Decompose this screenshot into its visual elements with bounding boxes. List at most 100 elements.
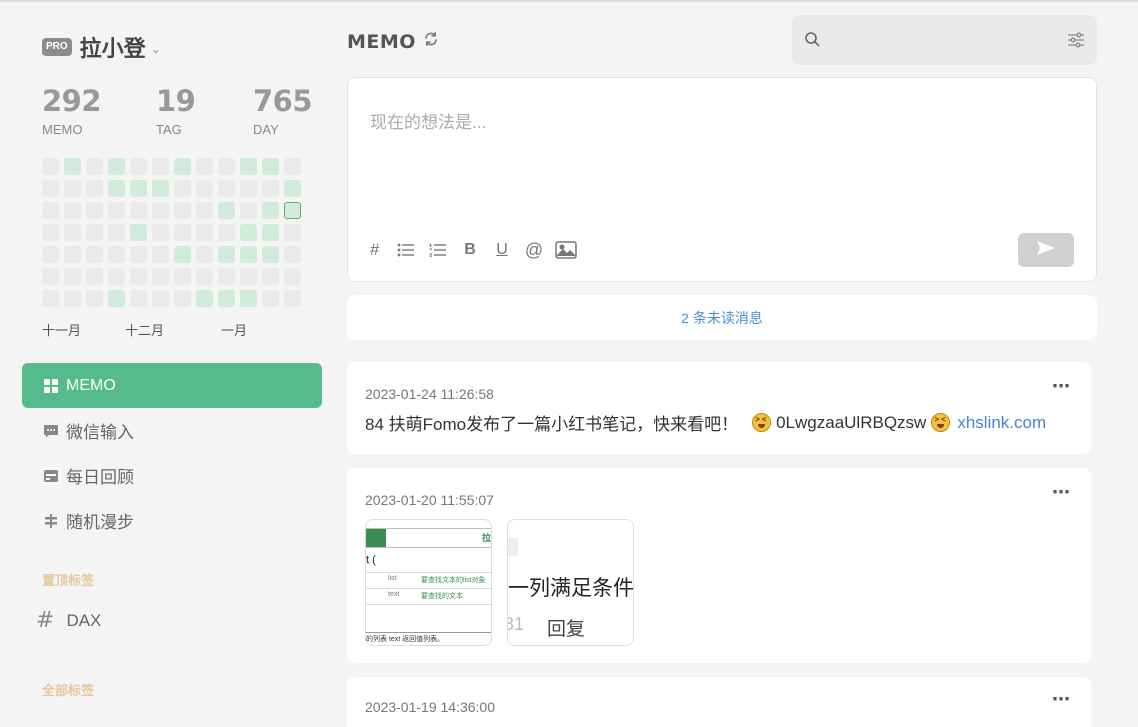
image-icon[interactable] [550, 238, 582, 262]
sync-icon[interactable] [422, 30, 440, 53]
unread-messages-link[interactable]: 2 条未读消息 [347, 295, 1097, 340]
heatmap-cell[interactable] [262, 268, 279, 285]
more-options-icon[interactable]: ⋯ [1052, 376, 1071, 397]
heatmap-cell[interactable] [218, 202, 235, 219]
sidebar-item-daily-review[interactable]: 每日回顾 [22, 453, 322, 498]
heatmap-cell[interactable] [284, 224, 301, 241]
heatmap-cell[interactable] [64, 290, 81, 307]
chevron-down-icon[interactable]: ⌄ [151, 42, 161, 56]
heatmap-cell[interactable] [64, 268, 81, 285]
filter-settings-icon[interactable] [1067, 31, 1085, 54]
heatmap-cell[interactable] [174, 202, 191, 219]
heatmap-cell[interactable] [152, 180, 169, 197]
heatmap-cell[interactable] [196, 224, 213, 241]
heatmap-cell[interactable] [218, 180, 235, 197]
heatmap-cell[interactable] [86, 268, 103, 285]
heatmap-cell[interactable] [152, 202, 169, 219]
heatmap-cell[interactable] [262, 180, 279, 197]
heatmap-cell[interactable] [262, 290, 279, 307]
mention-button[interactable]: @ [518, 238, 550, 262]
heatmap-cell[interactable] [152, 246, 169, 263]
heatmap-cell[interactable] [64, 158, 81, 175]
heatmap-cell[interactable] [196, 246, 213, 263]
heatmap-cell[interactable] [86, 158, 103, 175]
memo-image-thumbnail[interactable]: 一列满足条件 31 回复 [507, 519, 634, 646]
heatmap-cell[interactable] [86, 202, 103, 219]
heatmap-cell[interactable] [218, 268, 235, 285]
heatmap-cell[interactable] [86, 224, 103, 241]
heatmap-cell[interactable] [130, 224, 147, 241]
heatmap-cell[interactable] [240, 246, 257, 263]
heatmap-cell[interactable] [64, 202, 81, 219]
heatmap-cell[interactable] [218, 246, 235, 263]
bold-button[interactable]: B [454, 238, 486, 262]
heatmap-cell[interactable] [196, 290, 213, 307]
user-menu[interactable]: PRO 拉小登 ⌄ [42, 31, 161, 63]
heatmap-cell[interactable] [42, 290, 59, 307]
heatmap-cell[interactable] [218, 158, 235, 175]
heatmap-cell[interactable] [130, 202, 147, 219]
heatmap-cell[interactable] [284, 158, 301, 175]
heatmap-cell[interactable] [130, 268, 147, 285]
heatmap-cell[interactable] [262, 224, 279, 241]
heatmap-cell[interactable] [240, 268, 257, 285]
heatmap-cell[interactable] [152, 158, 169, 175]
sidebar-item-memo[interactable]: MEMO [22, 363, 322, 408]
heatmap-cell[interactable] [174, 246, 191, 263]
heatmap-cell[interactable] [284, 290, 301, 307]
heatmap-cell[interactable] [240, 158, 257, 175]
heatmap-cell[interactable] [152, 290, 169, 307]
more-options-icon[interactable]: ⋯ [1052, 689, 1071, 710]
heatmap-cell[interactable] [174, 268, 191, 285]
heatmap-cell[interactable] [108, 202, 125, 219]
heatmap-cell[interactable] [240, 290, 257, 307]
underline-button[interactable]: U [486, 238, 518, 262]
bullet-list-icon[interactable] [390, 238, 422, 262]
heatmap-cell[interactable] [174, 158, 191, 175]
editor-placeholder[interactable]: 现在的想法是... [370, 108, 486, 133]
search-input[interactable] [828, 25, 1053, 55]
heatmap-cell[interactable] [174, 224, 191, 241]
heatmap-cell[interactable] [108, 246, 125, 263]
heatmap-cell[interactable] [174, 180, 191, 197]
send-button[interactable] [1018, 233, 1074, 267]
heatmap-cell[interactable] [152, 224, 169, 241]
heatmap-cell[interactable] [108, 268, 125, 285]
heatmap-cell[interactable] [42, 268, 59, 285]
memo-link[interactable]: xhslink.com [957, 413, 1046, 433]
memo-image-thumbnail[interactable]: 拉 t ( list 要查找文本的list对象 text 要查找的文本 的列表 … [365, 519, 492, 646]
heatmap-cell[interactable] [262, 246, 279, 263]
heatmap-cell[interactable] [64, 180, 81, 197]
heatmap-cell[interactable] [108, 158, 125, 175]
heatmap-cell[interactable] [86, 180, 103, 197]
heatmap-cell[interactable] [64, 224, 81, 241]
heatmap-cell[interactable] [130, 290, 147, 307]
heatmap-cell[interactable] [86, 290, 103, 307]
heatmap-cell[interactable] [284, 268, 301, 285]
heatmap-cell[interactable] [42, 180, 59, 197]
heatmap-cell[interactable] [130, 158, 147, 175]
more-options-icon[interactable]: ⋯ [1052, 482, 1071, 503]
heatmap-cell[interactable] [108, 224, 125, 241]
heatmap-cell[interactable] [262, 158, 279, 175]
heatmap-cell[interactable] [152, 268, 169, 285]
heatmap-cell[interactable] [284, 180, 301, 197]
heatmap-cell[interactable] [196, 202, 213, 219]
heatmap-cell[interactable] [42, 246, 59, 263]
heatmap-cell[interactable] [218, 224, 235, 241]
heatmap-cell[interactable] [240, 180, 257, 197]
hash-tag-button[interactable]: # [370, 238, 390, 262]
heatmap-cell[interactable] [42, 224, 59, 241]
heatmap-cell[interactable] [218, 290, 235, 307]
heatmap-cell[interactable] [196, 158, 213, 175]
heatmap-cell[interactable] [42, 202, 59, 219]
heatmap-cell[interactable] [64, 246, 81, 263]
tag-item-dax[interactable]: # DAX [36, 608, 101, 633]
memo-editor[interactable]: 现在的想法是... # B U @ [347, 77, 1097, 282]
heatmap-cell[interactable] [196, 180, 213, 197]
heatmap-cell[interactable] [284, 246, 301, 263]
username[interactable]: 拉小登 [80, 31, 146, 63]
heatmap-cell[interactable] [108, 290, 125, 307]
heatmap-cell[interactable] [174, 290, 191, 307]
heatmap-cell[interactable] [86, 246, 103, 263]
